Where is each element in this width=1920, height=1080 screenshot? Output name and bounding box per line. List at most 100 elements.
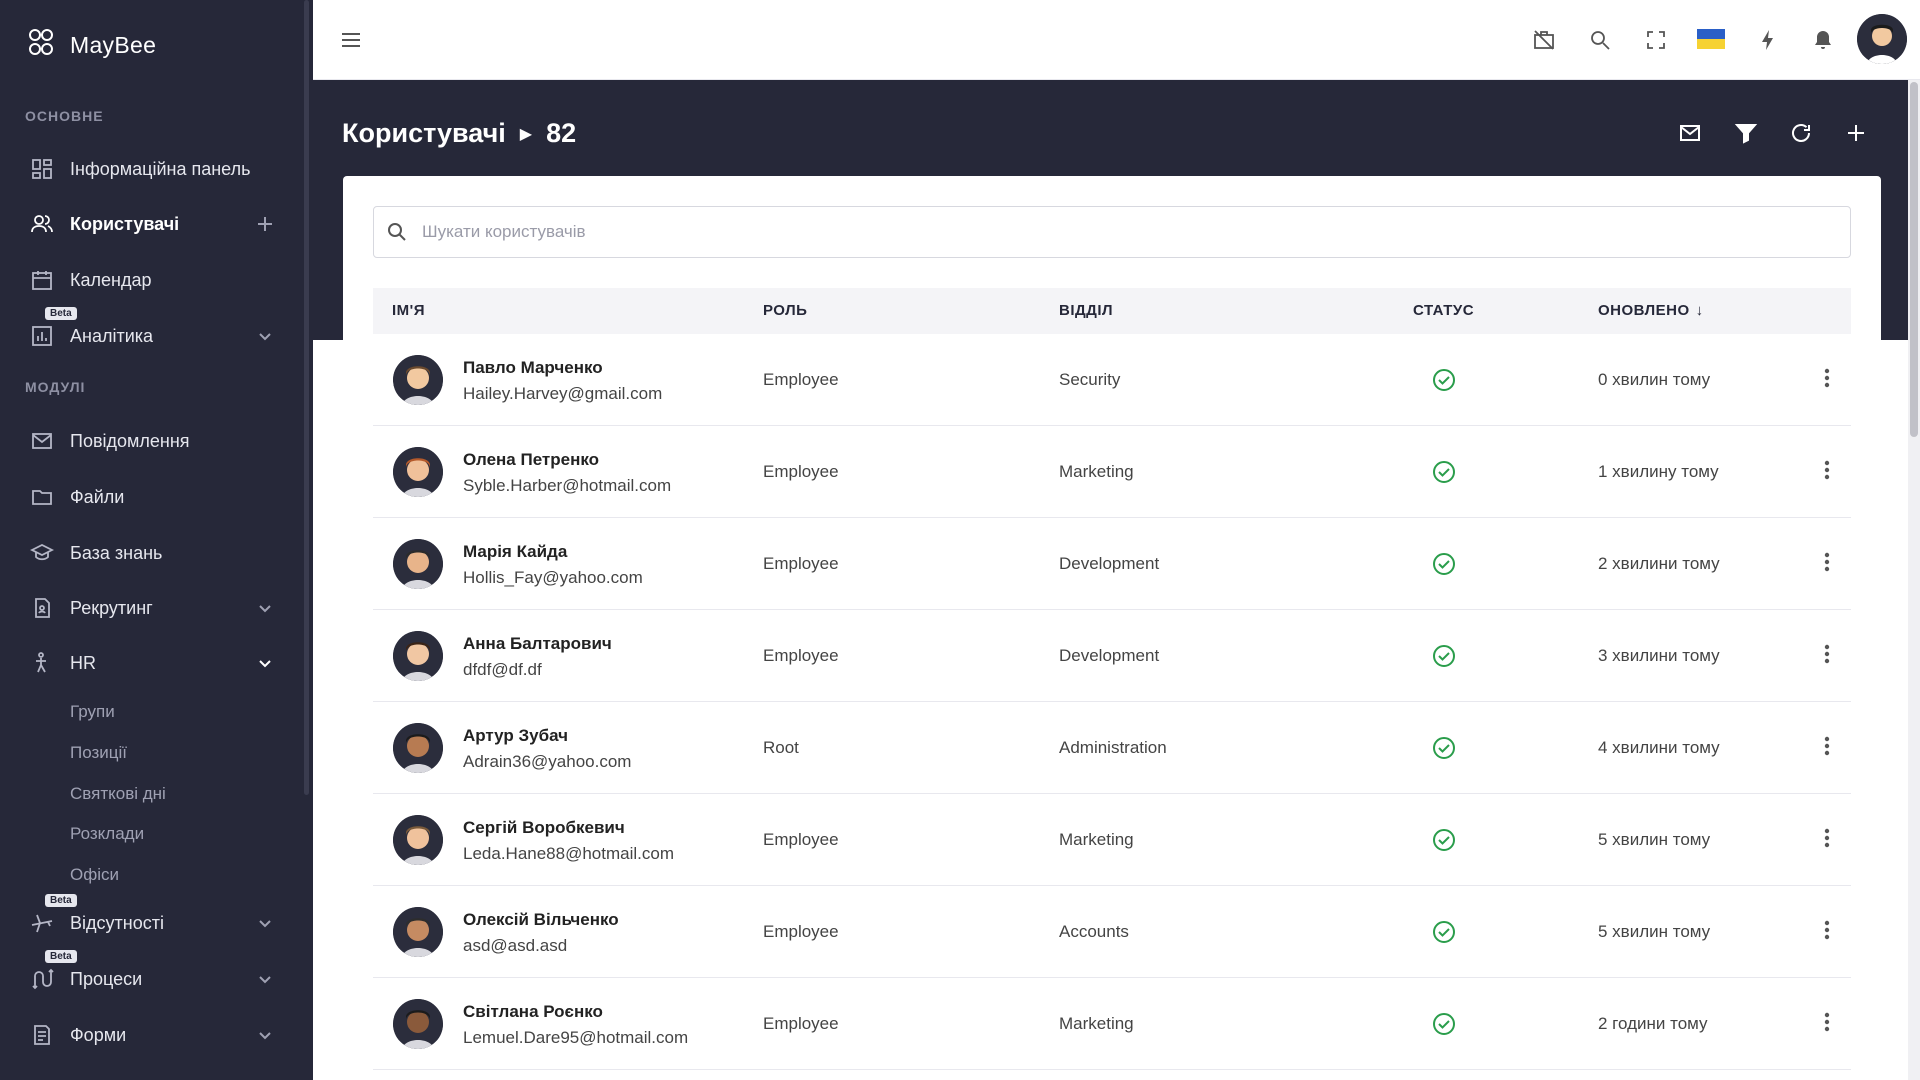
avatar[interactable] xyxy=(393,723,443,773)
chevron-down-icon xyxy=(255,326,275,346)
page-title-text[interactable]: Користувачі xyxy=(342,118,506,149)
sidebar-item-label: Користувачі xyxy=(70,213,180,234)
sidebar-item-label: Інформаційна панель xyxy=(70,158,251,179)
column-header-dept[interactable]: ВІДДІЛ xyxy=(1059,302,1113,319)
user-name[interactable]: Анна Балтарович xyxy=(463,634,612,654)
avatar[interactable] xyxy=(393,447,443,497)
avatar[interactable] xyxy=(393,631,443,681)
add-icon[interactable] xyxy=(1841,118,1871,148)
user-name[interactable]: Олена Петренко xyxy=(463,450,599,470)
filter-icon[interactable] xyxy=(1731,118,1761,148)
user-name[interactable]: Павло Марченко xyxy=(463,358,603,378)
mail-icon[interactable] xyxy=(1675,118,1705,148)
search-box[interactable] xyxy=(373,206,1851,258)
column-header-updated[interactable]: ОНОВЛЕНО ↓ xyxy=(1598,302,1704,319)
status-active-icon xyxy=(1432,828,1456,852)
user-updated: 0 хвилин тому xyxy=(1598,370,1711,389)
table-row[interactable]: Павло Марченко Hailey.Harvey@gmail.com Emp… xyxy=(373,334,1851,426)
sidebar-item-dashboard[interactable]: Інформаційна панель xyxy=(0,147,313,191)
user-updated: 5 хвилин тому xyxy=(1598,830,1711,849)
column-header-role[interactable]: РОЛЬ xyxy=(763,302,807,319)
table-row[interactable]: Олена Петренко Syble.Harber@hotmail.com Em… xyxy=(373,426,1851,518)
user-email: Syble.Harber@hotmail.com xyxy=(463,476,672,495)
more-options-icon[interactable] xyxy=(1813,1008,1841,1036)
sidebar-item-calendar[interactable]: Календар xyxy=(0,258,313,302)
sidebar-subitem-schedules[interactable]: Розклади xyxy=(70,824,144,844)
user-name[interactable]: Артур Зубач xyxy=(463,726,568,746)
avatar[interactable] xyxy=(393,907,443,957)
avatar[interactable] xyxy=(393,815,443,865)
table-row[interactable]: Світлана Роєнко Lemuel.Dare95@hotmail.com… xyxy=(373,978,1851,1070)
user-name[interactable]: Світлана Роєнко xyxy=(463,1002,603,1022)
no-work-icon[interactable] xyxy=(1529,25,1559,55)
more-options-icon[interactable] xyxy=(1813,640,1841,668)
table-row[interactable]: Артур Зубач Adrain36@yahoo.com Root Adminis… xyxy=(373,702,1851,794)
more-options-icon[interactable] xyxy=(1813,456,1841,484)
sidebar-item-absences[interactable]: Відсутності xyxy=(0,901,313,945)
user-role: Employee xyxy=(763,370,839,389)
avatar[interactable] xyxy=(393,999,443,1049)
table-row[interactable]: Марія Кайда Hollis_Fay@yahoo.com Employee D… xyxy=(373,518,1851,610)
form-icon xyxy=(30,1023,54,1047)
user-email: Adrain36@yahoo.com xyxy=(463,752,632,771)
column-header-name[interactable]: ІМ'Я xyxy=(392,302,425,319)
add-user-icon[interactable] xyxy=(255,214,275,234)
maybee-logo-icon xyxy=(26,26,56,65)
sidebar-item-files[interactable]: Файли xyxy=(0,475,313,519)
graduation-icon xyxy=(30,541,54,565)
users-card: ІМ'Я РОЛЬ ВІДДІЛ СТАТУС ОНОВЛЕНО ↓ Павло … xyxy=(343,176,1881,1080)
bell-icon[interactable] xyxy=(1808,25,1838,55)
sidebar-item-recruiting[interactable]: Рекрутинг xyxy=(0,586,313,630)
user-email: Hailey.Harvey@gmail.com xyxy=(463,384,663,403)
mail-icon xyxy=(30,429,54,453)
sidebar-item-hr[interactable]: HR xyxy=(0,641,313,685)
sidebar-subitem-positions[interactable]: Позиції xyxy=(70,743,127,763)
more-options-icon[interactable] xyxy=(1813,916,1841,944)
sidebar-item-processes[interactable]: Процеси xyxy=(0,957,313,1001)
page-scrollbar-thumb[interactable] xyxy=(1910,82,1918,437)
more-options-icon[interactable] xyxy=(1813,364,1841,392)
lightning-icon[interactable] xyxy=(1753,25,1783,55)
user-name[interactable]: Марія Кайда xyxy=(463,542,567,562)
sidebar-subitem-holidays[interactable]: Святкові дні xyxy=(70,784,166,804)
table-row[interactable]: Олексій Вільченко asd@asd.asd Employee Acco… xyxy=(373,886,1851,978)
sidebar-subitem-offices[interactable]: Офіси xyxy=(70,865,119,885)
user-role: Root xyxy=(763,738,799,757)
sidebar-item-users[interactable]: Користувачі xyxy=(0,202,313,246)
section-title-modules: МОДУЛІ xyxy=(25,379,86,395)
sidebar-item-knowledge-base[interactable]: База знань xyxy=(0,531,313,575)
table-row[interactable]: Анна Балтарович dfdf@df.df Employee Develop… xyxy=(373,610,1851,702)
refresh-icon[interactable] xyxy=(1786,118,1816,148)
search-icon[interactable] xyxy=(1585,25,1615,55)
user-name[interactable]: Олексій Вільченко xyxy=(463,910,619,930)
sidebar: MayBee ОСНОВНЕ Інформаційна панель Корис… xyxy=(0,0,313,1080)
column-header-status[interactable]: СТАТУС xyxy=(1413,302,1474,319)
search-input[interactable] xyxy=(422,222,1850,242)
more-options-icon[interactable] xyxy=(1813,548,1841,576)
user-avatar[interactable] xyxy=(1857,14,1907,64)
user-updated: 2 хвилини тому xyxy=(1598,554,1720,573)
user-name[interactable]: Сергій Воробкевич xyxy=(463,818,625,838)
avatar[interactable] xyxy=(393,355,443,405)
avatar[interactable] xyxy=(393,539,443,589)
sidebar-item-analytics[interactable]: Аналітика xyxy=(0,314,313,358)
table-row[interactable]: Сергій Воробкевич Leda.Hane88@hotmail.com… xyxy=(373,794,1851,886)
status-active-icon xyxy=(1432,368,1456,392)
user-role: Employee xyxy=(763,922,839,941)
sidebar-item-label: Форми xyxy=(70,1024,127,1045)
sidebar-item-forms[interactable]: Форми xyxy=(0,1013,313,1057)
status-active-icon xyxy=(1432,736,1456,760)
more-options-icon[interactable] xyxy=(1813,824,1841,852)
sidebar-item-messages[interactable]: Повідомлення xyxy=(0,419,313,463)
brand-logo[interactable]: MayBee xyxy=(26,26,156,65)
fullscreen-icon[interactable] xyxy=(1641,25,1671,55)
sidebar-subitem-groups[interactable]: Групи xyxy=(70,702,115,722)
more-options-icon[interactable] xyxy=(1813,732,1841,760)
menu-icon[interactable] xyxy=(340,29,362,51)
ukraine-flag-icon[interactable] xyxy=(1697,29,1725,49)
chart-icon xyxy=(30,324,54,348)
flow-icon xyxy=(30,967,54,991)
users-icon xyxy=(30,212,54,236)
chevron-down-icon xyxy=(255,913,275,933)
chevron-down-icon xyxy=(255,598,275,618)
